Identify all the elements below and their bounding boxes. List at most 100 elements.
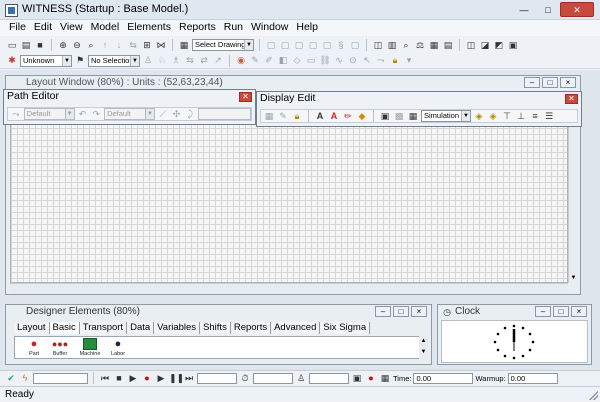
menu-reports[interactable]: Reports: [176, 20, 221, 36]
rect-icon[interactable]: ▭: [305, 55, 317, 66]
link-tool-icon[interactable]: ⛓: [319, 55, 331, 66]
selection-select[interactable]: No Selection ▼: [88, 54, 140, 67]
step-count-field[interactable]: [33, 372, 88, 384]
zoom-in-icon[interactable]: ⊕: [57, 40, 69, 51]
lock-icon[interactable]: 🔒︎: [389, 55, 401, 66]
tab-reports[interactable]: Reports: [230, 322, 272, 334]
minimize-button[interactable]: –: [524, 77, 540, 88]
minimize-button[interactable]: –: [375, 306, 391, 317]
window-cascade-icon[interactable]: ◪: [479, 40, 491, 51]
walk-icon[interactable]: ♙: [295, 373, 307, 384]
lightning-icon[interactable]: ϟ: [19, 373, 31, 384]
close-button[interactable]: ✕: [560, 2, 594, 17]
fill-color-icon[interactable]: ◆: [356, 111, 368, 122]
font-color-icon[interactable]: A: [328, 111, 340, 122]
properties-icon[interactable]: ▢: [349, 40, 361, 51]
shape-icon[interactable]: ◇: [291, 55, 303, 66]
close-button[interactable]: ×: [560, 77, 576, 88]
close-button[interactable]: ×: [571, 306, 587, 317]
fill-icon[interactable]: ◧: [277, 55, 289, 66]
find-icon[interactable]: ⌕: [400, 40, 412, 51]
align-top-icon[interactable]: ⊤: [501, 111, 513, 122]
align-bottom-icon[interactable]: ⊥: [515, 111, 527, 122]
app-icon[interactable]: [5, 4, 18, 17]
close-button[interactable]: ✕: [239, 92, 252, 102]
layer-up-icon[interactable]: ◈: [473, 111, 485, 122]
maximize-button[interactable]: □: [393, 306, 409, 317]
path-editor-title-bar[interactable]: Path Editor ✕: [4, 90, 255, 104]
menu-view[interactable]: View: [57, 20, 88, 36]
tab-six-sigma[interactable]: Six Sigma: [320, 322, 371, 334]
window-arrange-icon[interactable]: ◩: [493, 40, 505, 51]
run-icon[interactable]: ♘: [156, 55, 168, 66]
menu-window[interactable]: Window: [248, 20, 293, 36]
brush-icon[interactable]: ✐: [263, 55, 275, 66]
tab-basic[interactable]: Basic: [49, 322, 80, 334]
connect-icon[interactable]: ⤳: [375, 55, 387, 66]
tab-transport[interactable]: Transport: [79, 322, 128, 334]
pause-icon[interactable]: ❚❚: [169, 373, 184, 384]
path-type-select[interactable]: Default ▼: [23, 108, 75, 120]
route-icon[interactable]: ⇄: [198, 55, 210, 66]
duplicate-icon[interactable]: ▢: [307, 40, 319, 51]
screen-icon[interactable]: ▦: [379, 373, 391, 384]
path-style-select[interactable]: Default ▼: [104, 108, 155, 120]
run-length-field[interactable]: [197, 372, 237, 384]
redo-icon[interactable]: ↷: [90, 109, 102, 120]
designer-scrollbar[interactable]: ▲ ▼: [419, 336, 428, 359]
grid-icon[interactable]: ⊞: [141, 40, 153, 51]
zoom-icon[interactable]: ⌕: [85, 40, 97, 51]
drawing-select[interactable]: Select Drawing ▼: [192, 39, 254, 51]
walk-icon[interactable]: ♙: [142, 55, 154, 66]
tab-layout[interactable]: Layout: [14, 322, 50, 334]
menu-run[interactable]: Run: [221, 20, 248, 36]
edit-icon[interactable]: ✎: [277, 111, 289, 122]
new-file-icon[interactable]: ▭: [6, 40, 18, 51]
display-edit-title-bar[interactable]: Display Edit ✕: [257, 92, 581, 106]
fast-forward-icon[interactable]: ⏭: [183, 373, 195, 384]
lock-icon[interactable]: 🔒︎: [291, 111, 303, 122]
layout-canvas[interactable]: [10, 121, 568, 283]
step-icon[interactable]: ▶: [127, 373, 139, 384]
vertical-scrollbar[interactable]: ▲ ▼: [568, 121, 577, 283]
drawing-icon[interactable]: ▦: [178, 40, 190, 51]
check-icon[interactable]: ✔: [5, 373, 17, 384]
window-icon[interactable]: ▣: [507, 40, 519, 51]
record-icon[interactable]: ●: [365, 373, 377, 384]
spacing-icon[interactable]: ☰: [543, 111, 555, 122]
undo-icon[interactable]: ↶: [77, 109, 89, 120]
balance-icon[interactable]: ⚖: [414, 40, 426, 51]
group-icon[interactable]: ▢: [321, 40, 333, 51]
window-tile-icon[interactable]: ◫: [465, 40, 477, 51]
save-icon[interactable]: ■: [34, 40, 46, 51]
horizontal-scrollbar[interactable]: [10, 283, 568, 292]
menu-edit[interactable]: Edit: [31, 20, 57, 36]
pen-icon[interactable]: ✎: [249, 55, 261, 66]
paste-icon[interactable]: ▢: [279, 40, 291, 51]
shade-icon[interactable]: ▩: [393, 111, 405, 122]
path-value-field[interactable]: [198, 108, 251, 120]
element-labor[interactable]: ● Labor: [103, 338, 133, 358]
cut-icon[interactable]: ▦: [263, 111, 275, 122]
path-node-icon[interactable]: ✣: [171, 109, 183, 120]
maximize-button[interactable]: □: [536, 2, 560, 17]
menu-help[interactable]: Help: [293, 20, 323, 36]
close-button[interactable]: ✕: [565, 94, 578, 104]
path-icon[interactable]: ↗: [212, 55, 224, 66]
path-curve-icon[interactable]: ⤸: [184, 109, 196, 120]
tab-advanced[interactable]: Advanced: [271, 322, 321, 334]
model-icon[interactable]: ◫: [372, 40, 384, 51]
delete-icon[interactable]: ▢: [293, 40, 305, 51]
maximize-button[interactable]: □: [553, 306, 569, 317]
dropdown-icon[interactable]: ▾: [403, 55, 415, 66]
image-icon[interactable]: ▦: [407, 111, 419, 122]
element-machine[interactable]: Machine: [75, 338, 105, 358]
jump-icon[interactable]: ♗: [170, 55, 182, 66]
animation-icon[interactable]: ▣: [351, 373, 363, 384]
rewind-icon[interactable]: ⏮: [99, 373, 111, 384]
node-icon[interactable]: ⊙: [347, 55, 359, 66]
speed-field[interactable]: [309, 372, 349, 384]
display-mode-select[interactable]: Unknown ▼: [20, 54, 72, 67]
link-icon[interactable]: ⇆: [184, 55, 196, 66]
pointer-icon[interactable]: ↖: [361, 55, 373, 66]
